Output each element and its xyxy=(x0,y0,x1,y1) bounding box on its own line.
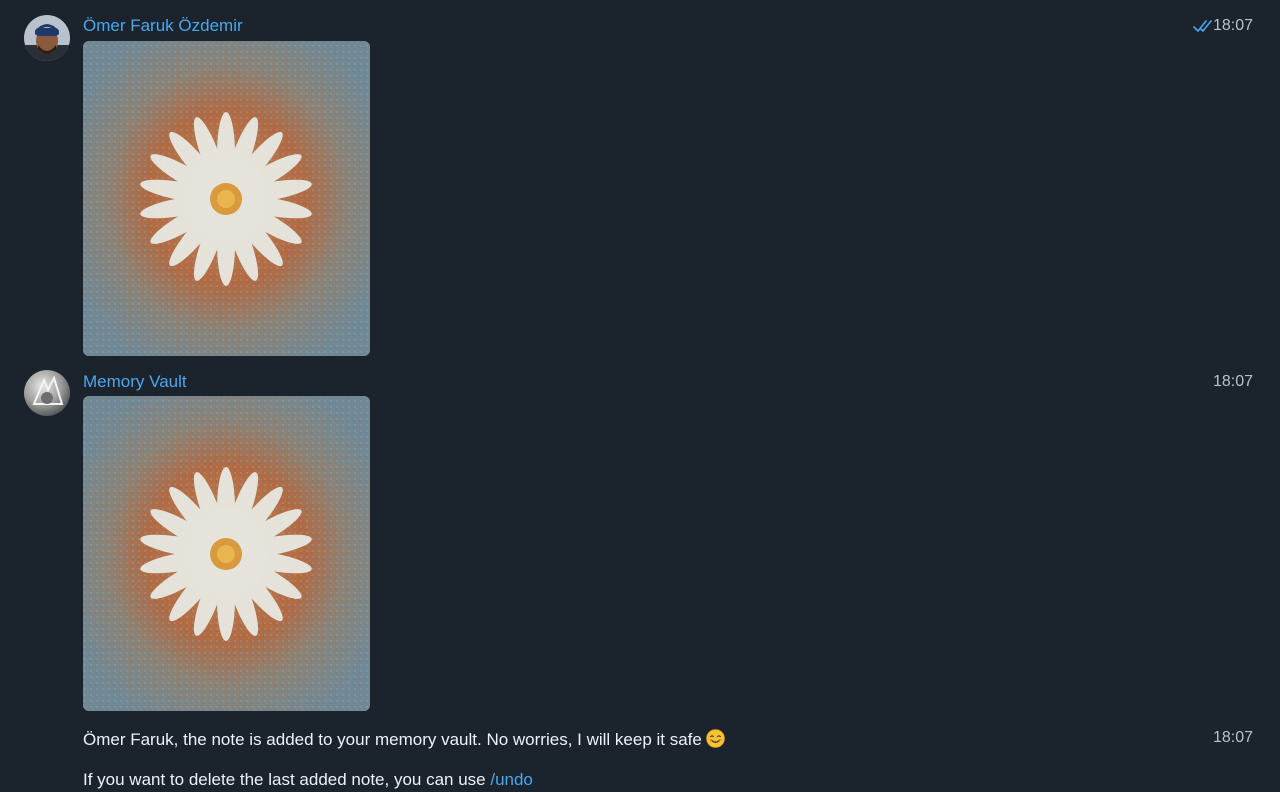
bot-avatar[interactable] xyxy=(24,370,70,416)
user-avatar[interactable] xyxy=(24,15,70,61)
message-time: 18:07 xyxy=(1212,729,1253,746)
daisy-photo-image xyxy=(83,396,370,711)
message-text[interactable]: Ömer Faruk, the note is added to your me… xyxy=(83,729,725,750)
message-time: 18:07 xyxy=(1212,373,1253,390)
undo-command-link[interactable]: /undo xyxy=(490,770,533,789)
sender-name[interactable]: Memory Vault xyxy=(83,372,187,392)
photo-attachment[interactable] xyxy=(83,41,370,356)
double-check-icon xyxy=(1193,19,1213,33)
daisy-photo-image xyxy=(83,41,370,356)
photo-attachment[interactable] xyxy=(83,396,370,711)
smiling-face-emoji-icon xyxy=(706,729,725,748)
message-text-content: Ömer Faruk, the note is added to your me… xyxy=(83,730,702,749)
message-time: 18:07 xyxy=(1212,17,1253,34)
message-followup-text: If you want to delete the last added not… xyxy=(83,770,533,790)
sender-name[interactable]: Ömer Faruk Özdemir xyxy=(83,16,243,36)
chat-history: Ömer Faruk Özdemir 18:07 Memory Vault 18… xyxy=(0,0,1280,792)
followup-text-content: If you want to delete the last added not… xyxy=(83,770,491,789)
